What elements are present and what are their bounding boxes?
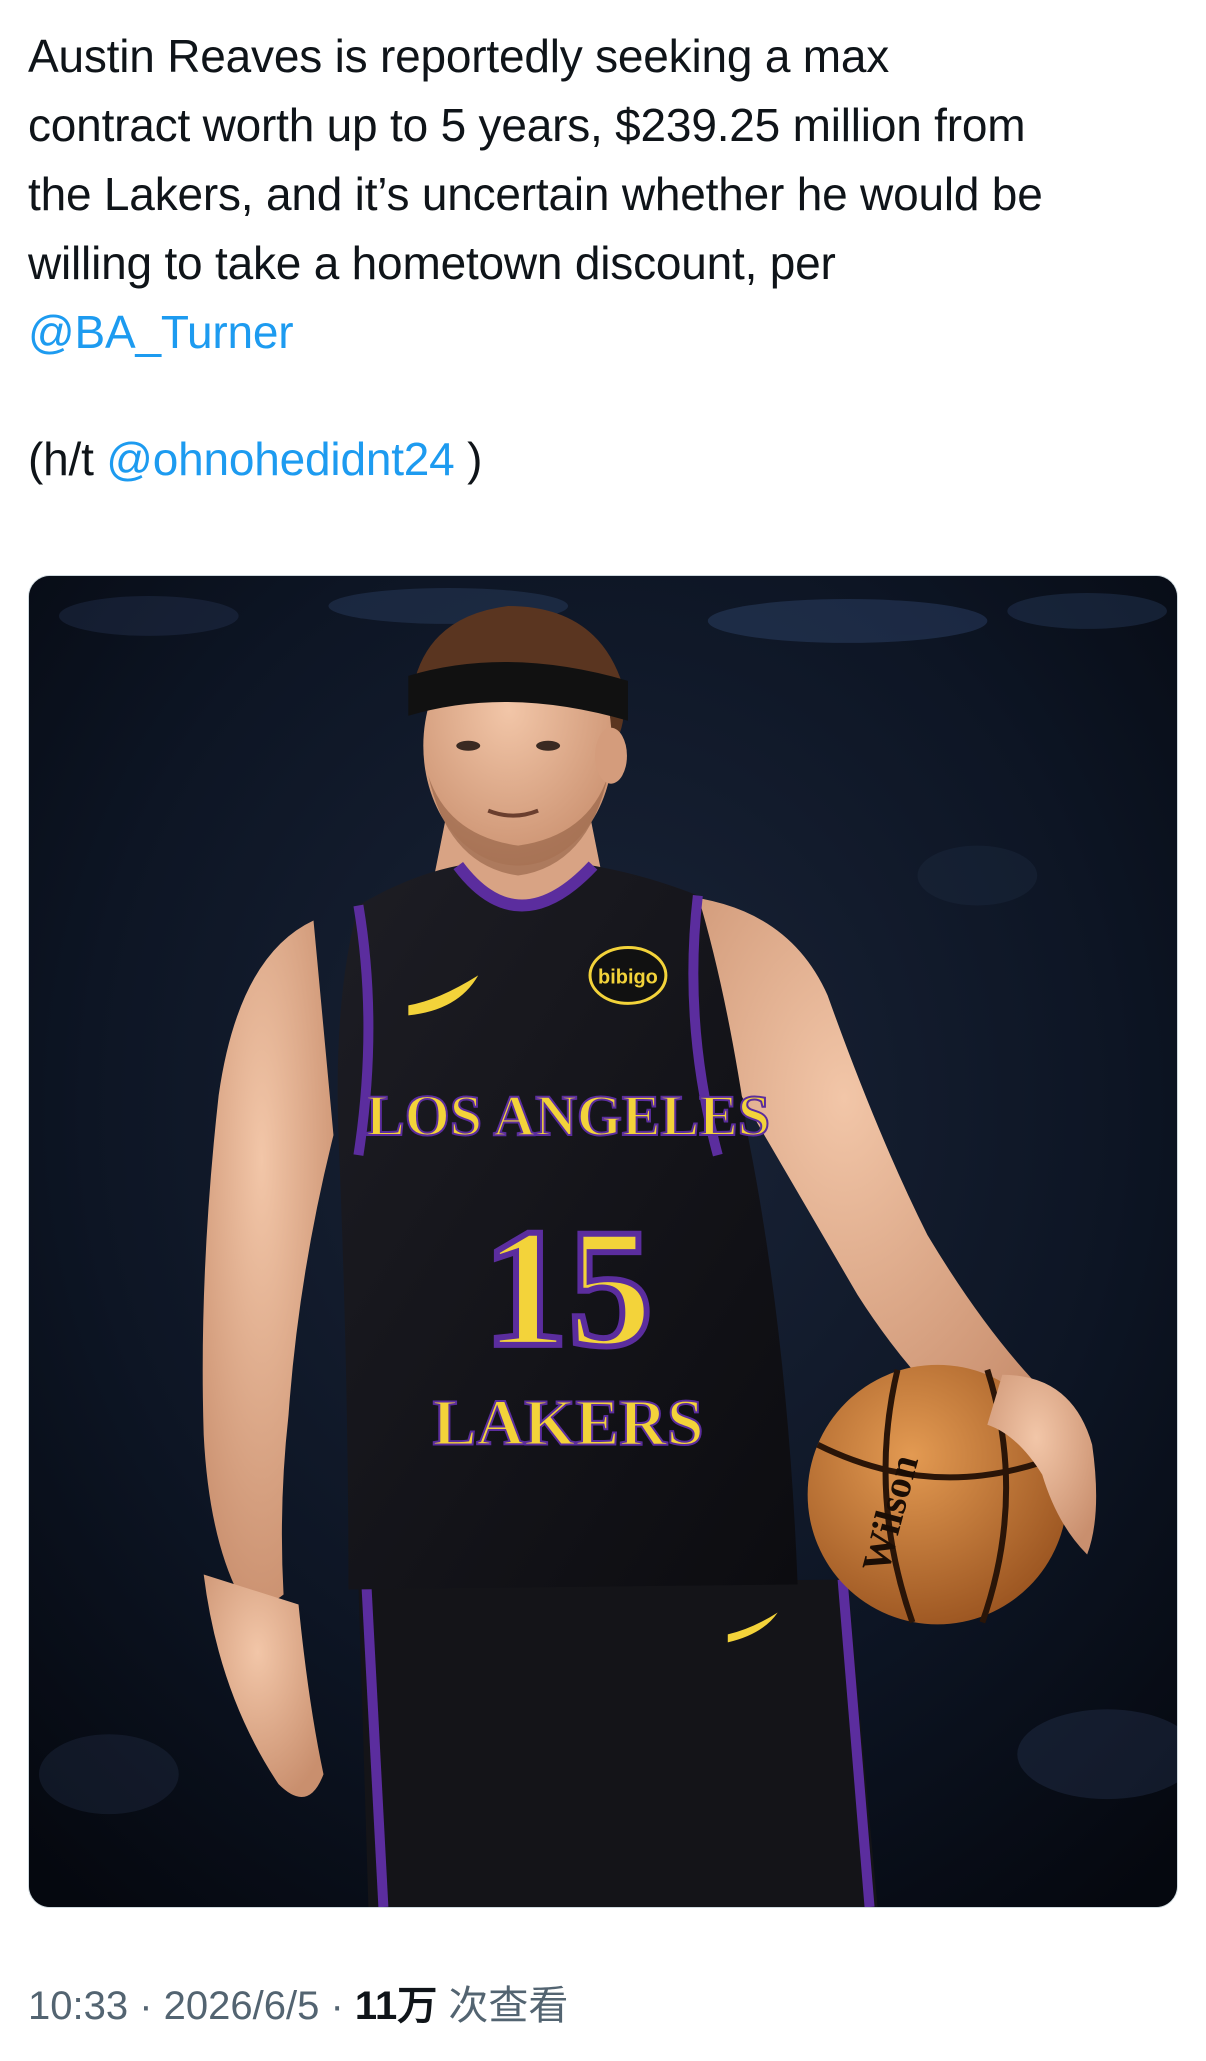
views-count[interactable]: 11万 bbox=[355, 1984, 437, 2028]
tweet-text-line: the Lakers, and it’s uncertain whether h… bbox=[28, 168, 1043, 220]
hat-tip-line: (h/t @ohnohedidnt24 ) bbox=[28, 425, 1188, 494]
player-photo: Wilson bibigo LOS ANGELES 15 LAKERS bbox=[29, 576, 1177, 1907]
paragraph-break bbox=[28, 367, 1188, 425]
tweet-date[interactable]: 2026/6/5 bbox=[164, 1984, 320, 2028]
mention-link-ba-turner[interactable]: @BA_Turner bbox=[28, 306, 294, 358]
mention-link-ohnohedidnt24[interactable]: @ohnohedidnt24 bbox=[106, 433, 455, 485]
tweet-mention-line: @BA_Turner bbox=[28, 298, 1188, 367]
meta-separator: · bbox=[319, 1984, 355, 2028]
tweet-text-line: Austin Reaves is reportedly seeking a ma… bbox=[28, 30, 890, 82]
hat-tip-suffix: ) bbox=[454, 433, 483, 485]
jersey-team-text: LAKERS bbox=[433, 1387, 704, 1460]
meta-separator: · bbox=[128, 1984, 164, 2028]
views-label: 次查看 bbox=[437, 1984, 569, 2028]
tweet-photo[interactable]: Wilson bibigo LOS ANGELES 15 LAKERS bbox=[28, 575, 1178, 1908]
tweet-text-line: willing to take a hometown discount, per bbox=[28, 237, 836, 289]
hat-tip-prefix: (h/t bbox=[28, 433, 107, 485]
tweet-meta: 10:33 · 2026/6/5 · 11万 次查看 bbox=[28, 1978, 568, 2034]
jersey-city-text: LOS ANGELES bbox=[366, 1083, 770, 1148]
tweet-text: Austin Reaves is reportedly seeking a ma… bbox=[28, 22, 1188, 494]
tweet-time[interactable]: 10:33 bbox=[28, 1984, 128, 2028]
tweet-text-line: contract worth up to 5 years, $239.25 mi… bbox=[28, 99, 1026, 151]
sponsor-patch-text: bibigo bbox=[598, 966, 658, 988]
jersey-number-text: 15 bbox=[483, 1194, 653, 1382]
